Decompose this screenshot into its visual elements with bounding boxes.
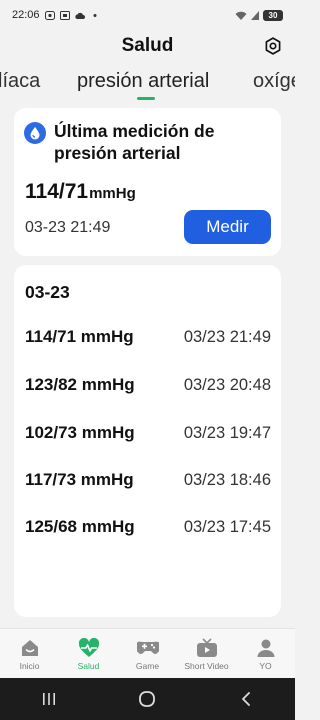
nav-item-inicio[interactable]: Inicio [0, 629, 59, 678]
latest-value-row: 114/71 mmHg [25, 180, 136, 204]
battery-icon: 30 [263, 9, 283, 21]
latest-value: 114/71 [25, 180, 89, 203]
history-time: 03/23 20:48 [183, 375, 271, 394]
history-row[interactable]: 102/73 mmHg 03/23 19:47 [25, 421, 271, 445]
gear-icon [265, 37, 281, 55]
nav-label: Inicio [19, 660, 40, 671]
dot-icon [93, 13, 97, 17]
history-value: 114/71 mmHg [25, 327, 134, 346]
history-date: 03-23 [25, 282, 70, 302]
tab-oxygen[interactable]: oxíge [253, 70, 295, 93]
home-icon [19, 637, 41, 659]
history-row[interactable]: 114/71 mmHg 03/23 21:49 [25, 325, 271, 349]
signal-icon [251, 10, 259, 20]
metric-tabs: líaca presión arterial oxíge [0, 64, 295, 100]
home-circle-icon [139, 691, 156, 707]
measure-button[interactable]: Medir [184, 210, 271, 244]
status-left: 22:06 [12, 9, 100, 21]
system-nav-bar [0, 678, 295, 720]
recents-icon [43, 693, 56, 705]
tab-blood-pressure[interactable]: presión arterial [77, 70, 209, 93]
latest-time: 03-23 21:49 [25, 219, 111, 236]
nav-label: Salud [77, 660, 100, 671]
history-value: 117/73 mmHg [25, 470, 134, 489]
history-value: 102/73 mmHg [25, 423, 135, 442]
app-header: Salud [0, 30, 295, 62]
history-time: 03/23 17:45 [183, 517, 271, 536]
notification-icon [44, 10, 55, 20]
page-title: Salud [121, 35, 174, 56]
nav-item-yo[interactable]: YO [236, 629, 295, 678]
back-chevron-icon [241, 692, 250, 706]
history-time: 03/23 18:46 [183, 470, 271, 489]
gamepad-icon [136, 637, 159, 659]
recents-button[interactable] [29, 684, 69, 714]
latest-measurement-card: Última medición de presión arterial 114/… [14, 108, 281, 256]
latest-unit: mmHg [89, 185, 136, 202]
nav-item-short-video[interactable]: Short Video [177, 629, 236, 678]
tv-play-icon [196, 637, 218, 659]
wifi-icon [235, 11, 247, 20]
history-time: 03/23 21:49 [183, 327, 271, 346]
history-value: 123/82 mmHg [25, 375, 135, 394]
nav-label: Short Video [184, 660, 229, 671]
bottom-nav: Inicio Salud Game Short Video YO [0, 628, 295, 678]
tab-cardiac[interactable]: líaca [0, 70, 40, 93]
latest-title: Última medición de presión arterial [54, 121, 215, 163]
cloud-icon [74, 12, 85, 19]
history-row[interactable]: 125/68 mmHg 03/23 17:45 [25, 515, 271, 539]
nav-item-salud[interactable]: Salud [59, 629, 118, 678]
blood-drop-icon [24, 122, 46, 144]
history-time: 03/23 19:47 [183, 423, 271, 442]
history-row[interactable]: 123/82 mmHg 03/23 20:48 [25, 373, 271, 397]
nav-label: Game [135, 660, 160, 671]
status-time: 22:06 [12, 9, 40, 21]
latest-header: Última medición de presión arterial [24, 120, 279, 164]
back-button[interactable] [226, 684, 266, 714]
nav-label: YO [259, 660, 272, 671]
heart-pulse-icon [78, 637, 100, 659]
active-tab-indicator [137, 97, 155, 100]
screen-record-icon [59, 10, 70, 20]
status-right: 30 [235, 9, 283, 21]
person-icon [255, 637, 277, 659]
history-card: 03-23 114/71 mmHg 03/23 21:49 123/82 mmH… [14, 265, 281, 617]
nav-item-game[interactable]: Game [118, 629, 177, 678]
status-bar: 22:06 30 [0, 0, 295, 30]
home-button[interactable] [127, 684, 167, 714]
history-value: 125/68 mmHg [25, 517, 135, 536]
history-row[interactable]: 117/73 mmHg 03/23 18:46 [25, 468, 271, 492]
settings-button[interactable] [263, 36, 283, 56]
